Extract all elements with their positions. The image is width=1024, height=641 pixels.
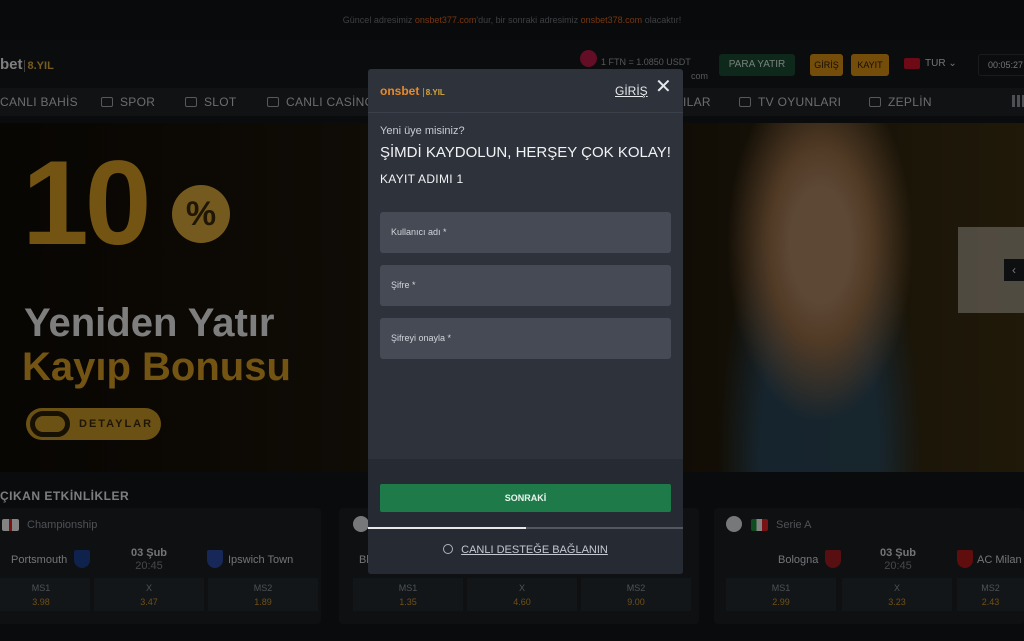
registration-step: KAYIT ADIMI 1 — [380, 172, 464, 186]
step-progress-bar — [368, 527, 683, 529]
register-modal: onsbet 8.YIL GİRİŞ ✕ Yeni üye misiniz? Ş… — [368, 69, 683, 574]
modal-logo: onsbet 8.YIL — [380, 84, 445, 98]
modal-logo-anniversary: 8.YIL — [422, 88, 445, 97]
username-field[interactable]: Kullanıcı adı * — [380, 212, 671, 253]
password-field[interactable]: Şifre * — [380, 265, 671, 306]
modal-logo-text: onsbet — [380, 84, 420, 98]
modal-login-link[interactable]: GİRİŞ — [615, 84, 648, 98]
next-button[interactable]: SONRAKİ — [380, 484, 671, 512]
modal-footer: SONRAKİ CANLI DESTEĞE BAĞLANIN — [368, 459, 683, 574]
confirm-password-field[interactable]: Şifreyi onayla * — [380, 318, 671, 359]
step-progress-fill — [368, 527, 526, 529]
modal-title: ŞİMDİ KAYDOLUN, HERŞEY ÇOK KOLAY! — [380, 144, 671, 161]
live-support-label: CANLI DESTEĞE BAĞLANIN — [461, 544, 608, 556]
modal-question: Yeni üye misiniz? — [380, 125, 465, 137]
live-support-link[interactable]: CANLI DESTEĞE BAĞLANIN — [368, 544, 683, 556]
close-icon[interactable]: ✕ — [655, 77, 672, 97]
headset-icon — [443, 544, 454, 554]
modal-header: onsbet 8.YIL GİRİŞ ✕ — [368, 69, 683, 113]
